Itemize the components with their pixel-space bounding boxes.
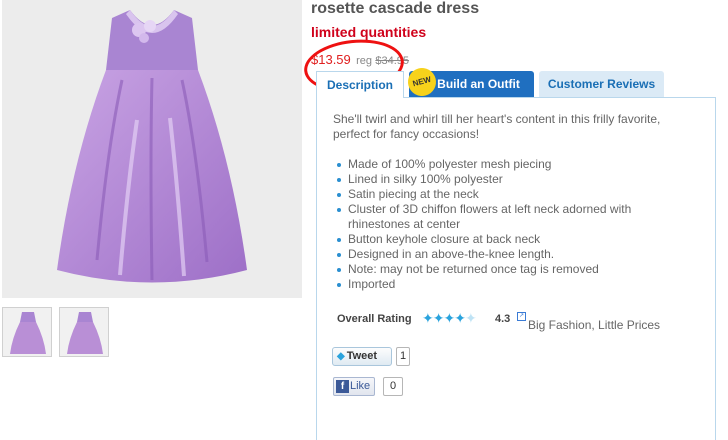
- list-item: Imported: [336, 277, 666, 292]
- tab-customer-reviews[interactable]: Customer Reviews: [539, 71, 664, 97]
- list-item: Cluster of 3D chiffon flowers at left ne…: [336, 202, 666, 232]
- star-icon: ✦: [454, 310, 466, 326]
- feature-list: Made of 100% polyester mesh piecing Line…: [336, 157, 666, 292]
- regular-price: $34.95: [375, 55, 410, 67]
- description-intro: She'll twirl and whirl till her heart's …: [333, 112, 661, 141]
- product-thumbnail-2[interactable]: [59, 307, 109, 357]
- tweet-label: Tweet: [346, 350, 378, 362]
- sale-price: $13.59: [311, 52, 351, 67]
- facebook-like-button[interactable]: f Like: [333, 377, 375, 396]
- list-item: Lined in silky 100% polyester: [336, 172, 666, 187]
- tweet-count: 1: [396, 347, 410, 366]
- product-main-image[interactable]: [2, 0, 302, 298]
- list-item: Note: may not be returned once tag is re…: [336, 262, 666, 277]
- product-title: rosette cascade dress: [311, 0, 480, 17]
- list-item: Designed in an above-the-knee length.: [336, 247, 666, 262]
- limited-quantities-label: limited quantities: [311, 24, 427, 40]
- star-icon: ✦: [464, 310, 477, 326]
- tab-description[interactable]: Description: [316, 71, 404, 98]
- tab-build-an-outfit-label: Build an Outfit: [437, 77, 520, 91]
- star-icon: ✦: [432, 310, 445, 326]
- list-item: Button keyhole closure at back neck: [336, 232, 666, 247]
- rating-value: 4.3: [495, 313, 511, 325]
- price-row: $13.59 reg $34.95: [311, 52, 409, 67]
- list-item: Satin piecing at the neck: [336, 187, 666, 202]
- star-icon: ✦: [422, 310, 434, 326]
- rating-stars[interactable]: ✦✦✦✦✦: [422, 310, 477, 327]
- external-link-icon[interactable]: ↗: [517, 312, 526, 321]
- twitter-bird-icon: ◆: [337, 351, 345, 362]
- product-thumbnail-1[interactable]: [2, 307, 52, 357]
- like-label: Like: [350, 380, 371, 392]
- overall-rating-label: Overall Rating: [337, 313, 412, 325]
- star-icon: ✦: [443, 310, 455, 326]
- reg-label: reg: [356, 55, 373, 67]
- list-item: Made of 100% polyester mesh piecing: [336, 157, 666, 172]
- brand-tagline: Big Fashion, Little Prices: [528, 318, 661, 332]
- tweet-button[interactable]: ◆ Tweet: [332, 347, 392, 366]
- like-count: 0: [383, 377, 403, 396]
- facebook-icon: f: [336, 379, 349, 393]
